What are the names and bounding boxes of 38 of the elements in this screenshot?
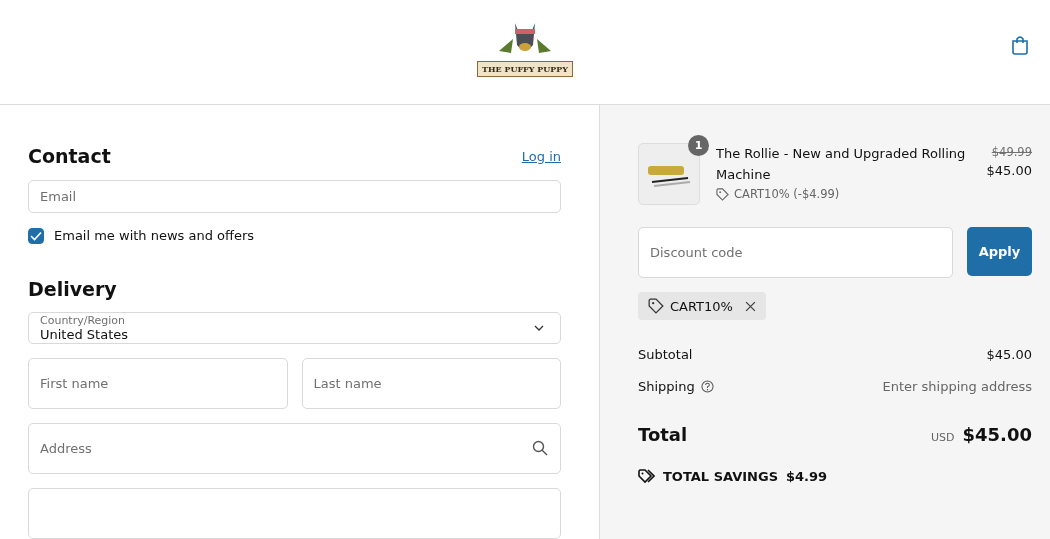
section-heading: Delivery (28, 277, 118, 300)
total-value: $45.00 (962, 423, 1032, 445)
shipping-value: Enter shipping address (882, 378, 1032, 394)
checkbox[interactable] (28, 227, 44, 244)
country-select[interactable]: Country/Region United States (28, 311, 561, 344)
product-name: The Rollie - New and Upgraded Rolling Machine (716, 145, 966, 184)
quantity-badge: 1 (688, 135, 709, 156)
tag-icon (716, 187, 729, 201)
currency-code: USD (931, 430, 955, 444)
shopping-bag-icon[interactable] (1011, 35, 1029, 55)
first-name-field[interactable]: First name (28, 358, 288, 409)
savings-value: $4.99 (786, 468, 828, 484)
subtotal-value: $45.00 (986, 346, 1032, 362)
tag-icon (648, 298, 664, 314)
help-icon[interactable] (700, 379, 714, 393)
shipping-label: Shipping (638, 378, 695, 394)
section-heading: Contact (28, 145, 111, 167)
product-price: $45.00 (986, 163, 1032, 178)
product-thumbnail (638, 143, 700, 205)
last-name-field[interactable]: Last name (301, 358, 561, 409)
email-field[interactable]: Email (28, 180, 561, 213)
chevron-down-icon (534, 324, 544, 331)
brand-logo[interactable]: THE PUFFY PUPPY (477, 17, 573, 77)
close-icon[interactable] (744, 300, 756, 312)
discount-code-field[interactable]: Discount code (638, 227, 953, 278)
login-link[interactable]: Log in (521, 148, 561, 164)
address-field[interactable]: Address (28, 423, 561, 474)
subtotal-label: Subtotal (638, 346, 693, 362)
savings-label: TOTAL SAVINGS (663, 468, 778, 484)
tags-icon (638, 468, 655, 484)
original-price: $49.99 (991, 145, 1032, 159)
discount-code: CART10% (670, 298, 733, 314)
total-label: Total (638, 423, 688, 445)
discount-note: CART10% (-$4.99) (734, 187, 840, 201)
apply-button[interactable]: Apply (967, 227, 1032, 276)
logo-text: THE PUFFY PUPPY (477, 61, 573, 77)
checkbox-label: Email me with news and offers (54, 228, 255, 243)
search-icon (532, 440, 548, 456)
